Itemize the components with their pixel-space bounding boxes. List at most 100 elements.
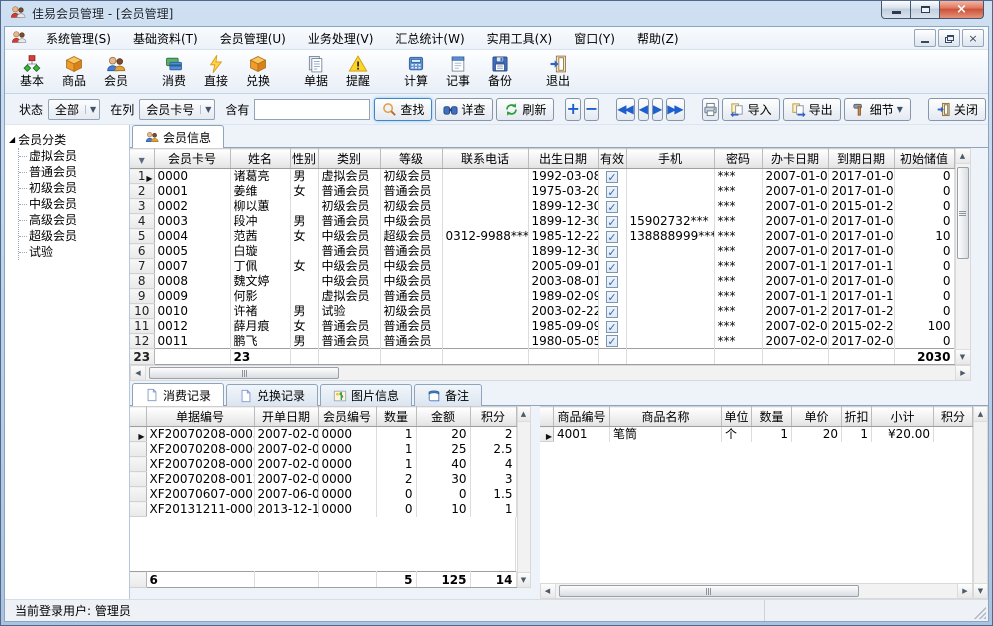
grid-cell[interactable]: 普通会员 — [380, 184, 442, 199]
grid-cell[interactable]: 2007-01-04 — [762, 274, 828, 289]
grid-cell[interactable]: 0 — [894, 244, 954, 259]
grid-cell[interactable]: 1899-12-30 — [528, 214, 598, 229]
grid-cell[interactable]: XF20070607-0001 — [146, 487, 254, 502]
menu-item-5[interactable]: 实用工具(X) — [476, 30, 564, 48]
grid-cell[interactable] — [626, 334, 714, 349]
grid-cell[interactable]: 0 — [376, 502, 416, 517]
grid-cell[interactable]: 0 — [894, 169, 954, 184]
grid-cell[interactable]: 0010 — [154, 304, 230, 319]
grid-cell[interactable]: *** — [714, 304, 762, 319]
grid-cell[interactable]: 138888999*** — [626, 229, 714, 244]
grid-cell[interactable]: 0 — [894, 274, 954, 289]
grid-cell[interactable]: 中级会员 — [380, 259, 442, 274]
tree-expand-icon[interactable]: ◢ — [9, 135, 15, 144]
grid-cell[interactable]: 个 — [722, 427, 752, 442]
grid-cell[interactable]: XF20070208-0005 — [146, 427, 254, 442]
export-button[interactable]: 导出 — [783, 98, 841, 121]
grid-cell[interactable] — [290, 244, 318, 259]
grid-cell[interactable]: 2007-02-08 — [254, 472, 318, 487]
checkbox-checked-icon[interactable]: ✓ — [606, 246, 618, 258]
members-vscrollbar[interactable]: ▲ ▼ — [955, 148, 971, 365]
mdi-close-button[interactable]: × — [962, 29, 984, 47]
grid-cell[interactable]: 男 — [290, 214, 318, 229]
grid-cell[interactable] — [626, 169, 714, 184]
tree-node-2[interactable]: 初级会员 — [19, 180, 127, 196]
menu-item-6[interactable]: 窗口(Y) — [563, 30, 626, 48]
column-header-性别[interactable]: 性别 — [290, 149, 318, 169]
grid-cell[interactable]: 0 — [376, 487, 416, 502]
mdi-restore-button[interactable] — [938, 29, 960, 47]
column-dropdown[interactable]: 会员卡号▼ — [139, 99, 215, 120]
grid-cell[interactable]: 普通会员 — [380, 289, 442, 304]
checkbox-checked-icon[interactable]: ✓ — [606, 261, 618, 273]
valid-cell[interactable]: ✓ — [598, 304, 626, 319]
grid-cell[interactable]: 0000 — [154, 169, 230, 184]
grid-cell[interactable]: 100 — [894, 319, 954, 334]
grid-cell[interactable]: 初级会员 — [380, 304, 442, 319]
column-header-办卡日期[interactable]: 办卡日期 — [762, 149, 828, 169]
add-record-button[interactable]: + — [565, 98, 580, 121]
grid-cell[interactable]: ¥20.00 — [872, 427, 934, 442]
grid-cell[interactable]: XF20131211-0001 — [146, 502, 254, 517]
grid-cell[interactable]: *** — [714, 214, 762, 229]
grid-cell[interactable]: 女 — [290, 319, 318, 334]
grid-cell[interactable] — [442, 259, 528, 274]
grid-cell[interactable]: 初级会员 — [380, 169, 442, 184]
grid-cell[interactable]: 中级会员 — [318, 229, 380, 244]
grid-cell[interactable]: 0007 — [154, 259, 230, 274]
row-gutter[interactable] — [130, 472, 146, 487]
last-record-button[interactable]: ▶▶ — [666, 98, 684, 121]
column-header-到期日期[interactable]: 到期日期 — [828, 149, 894, 169]
grid-cell[interactable]: 1 — [752, 427, 792, 442]
grid-cell[interactable] — [442, 184, 528, 199]
grid-cell[interactable]: 范茜 — [230, 229, 290, 244]
column-header-联系电话[interactable]: 联系电话 — [442, 149, 528, 169]
toolbar-button-单据[interactable]: 单据 — [295, 52, 337, 92]
grid-cell[interactable]: 普通会员 — [318, 184, 380, 199]
checkbox-checked-icon[interactable]: ✓ — [606, 306, 618, 318]
menu-item-4[interactable]: 汇总统计(W) — [384, 30, 475, 48]
grid-cell[interactable]: 2007-01-01 — [762, 199, 828, 214]
grid-cell[interactable]: 2007-06-07 — [254, 487, 318, 502]
row-gutter[interactable] — [130, 442, 146, 457]
grid-cell[interactable]: 男 — [290, 304, 318, 319]
grid-cell[interactable]: 1985-12-22 — [528, 229, 598, 244]
grid-cell[interactable]: 2007-02-08 — [762, 319, 828, 334]
grid-cell[interactable]: 2017-01-20 — [828, 304, 894, 319]
menu-item-7[interactable]: 帮助(Z) — [626, 30, 690, 48]
valid-cell[interactable]: ✓ — [598, 169, 626, 184]
checkbox-checked-icon[interactable]: ✓ — [606, 186, 618, 198]
grid-cell[interactable]: 1985-09-09 — [528, 319, 598, 334]
grid-cell[interactable]: 4001 — [554, 427, 610, 442]
products-hscrollbar[interactable]: ◀ ▶ — [540, 583, 974, 599]
grid-cell[interactable]: 2007-01-01 — [762, 214, 828, 229]
grid-cell[interactable]: 普通会员 — [318, 334, 380, 349]
grid-cell[interactable]: *** — [714, 169, 762, 184]
grid-cell[interactable] — [442, 214, 528, 229]
grid-cell[interactable]: 2017-02-08 — [828, 334, 894, 349]
grid-cell[interactable]: 1 — [376, 427, 416, 442]
consume-vscrollbar[interactable]: ▲ ▼ — [517, 406, 531, 588]
grid-cell[interactable]: 1 — [376, 457, 416, 472]
grid-cell[interactable]: 0002 — [154, 199, 230, 214]
row-gutter[interactable]: 6 — [130, 244, 154, 259]
grid-cell[interactable]: 许褚 — [230, 304, 290, 319]
toolbar-button-备份[interactable]: 备份 — [479, 52, 521, 92]
grid-cell[interactable]: 笔筒 — [610, 427, 722, 442]
grid-cell[interactable]: 女 — [290, 229, 318, 244]
search-input[interactable] — [254, 99, 370, 120]
tree-node-4[interactable]: 高级会员 — [19, 212, 127, 228]
grid-cell[interactable]: 何影 — [230, 289, 290, 304]
row-gutter[interactable]: 10 — [130, 304, 154, 319]
grid-cell[interactable]: 2017-01-01 — [828, 169, 894, 184]
grid-cell[interactable]: 1975-03-20 — [528, 184, 598, 199]
window-close-button[interactable]: × — [939, 1, 984, 19]
column-header-积分[interactable]: 积分 — [934, 407, 973, 427]
checkbox-checked-icon[interactable]: ✓ — [606, 231, 618, 243]
checkbox-checked-icon[interactable]: ✓ — [606, 276, 618, 288]
resize-grip[interactable] — [974, 607, 986, 619]
prev-record-button[interactable]: ◀ — [638, 98, 649, 121]
grid-cell[interactable]: 1989-02-09 — [528, 289, 598, 304]
toolbar-button-直接[interactable]: 直接 — [195, 52, 237, 92]
grid-cell[interactable]: 10 — [416, 502, 470, 517]
